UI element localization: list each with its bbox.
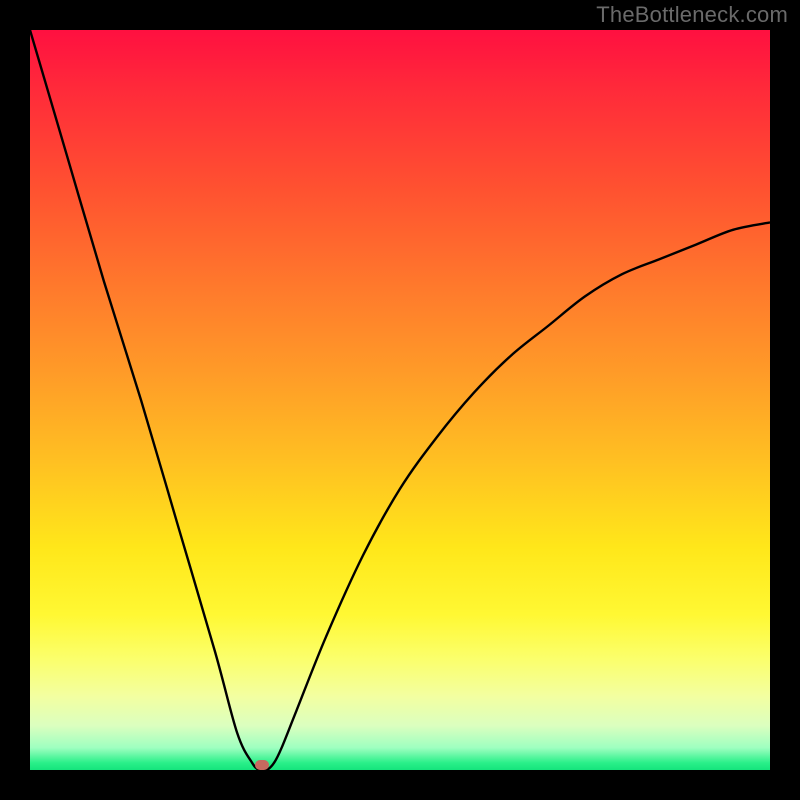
curve-path (30, 30, 770, 770)
plot-area (30, 30, 770, 770)
bottleneck-curve (30, 30, 770, 770)
chart-frame: TheBottleneck.com (0, 0, 800, 800)
optimum-marker (255, 760, 269, 770)
watermark-label: TheBottleneck.com (596, 2, 788, 28)
